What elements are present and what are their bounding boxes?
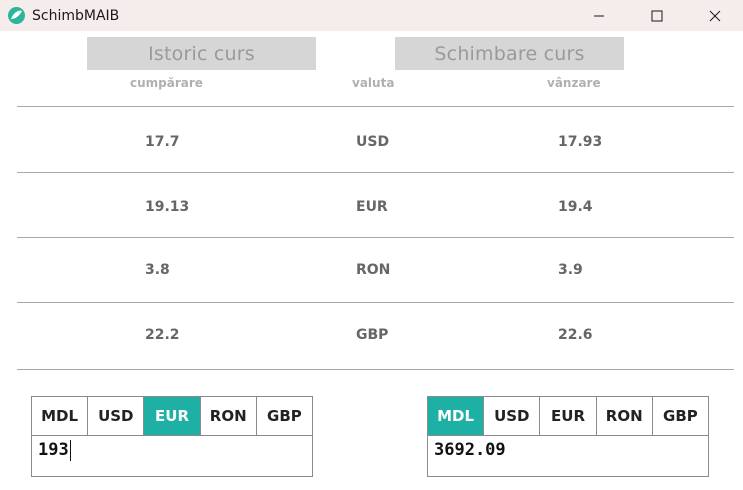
table-divider [17, 237, 734, 238]
rate-currency: GBP [356, 327, 389, 343]
to-tab-eur[interactable]: EUR [540, 397, 597, 435]
to-tab-usd[interactable]: USD [484, 397, 541, 435]
to-amount-field[interactable]: 3692.09 [428, 436, 708, 476]
rate-currency: RON [356, 262, 391, 278]
rate-buy: 22.2 [145, 327, 180, 343]
header-currency: valuta [352, 76, 395, 90]
table-divider [17, 369, 734, 370]
table-divider [17, 172, 734, 173]
from-amount-value: 193 [38, 440, 69, 460]
maximize-button[interactable] [634, 0, 680, 31]
rate-sell: 3.9 [558, 262, 583, 278]
minimize-button[interactable] [576, 0, 622, 31]
convert-from-panel: MDL USD EUR RON GBP 193 [31, 396, 313, 477]
to-tab-mdl[interactable]: MDL [428, 397, 485, 435]
text-caret [69, 440, 71, 461]
title-bar: SchimbMAIB [0, 0, 743, 31]
from-tab-ron[interactable]: RON [201, 397, 257, 435]
to-tab-ron[interactable]: RON [597, 397, 653, 435]
to-currency-tabs: MDL USD EUR RON GBP [428, 397, 708, 436]
rate-buy: 17.7 [145, 134, 180, 150]
rate-currency: USD [356, 134, 390, 150]
history-rates-button[interactable]: Istoric curs [87, 37, 316, 70]
from-currency-tabs: MDL USD EUR RON GBP [32, 397, 312, 436]
header-buy: cumpărare [130, 76, 203, 90]
from-tab-gbp[interactable]: GBP [257, 397, 312, 435]
to-tab-gbp[interactable]: GBP [653, 397, 708, 435]
to-amount-value: 3692.09 [434, 440, 506, 460]
maximize-icon [651, 10, 663, 21]
rate-sell: 17.93 [558, 134, 603, 150]
from-amount-field[interactable]: 193 [32, 436, 312, 476]
table-divider [17, 302, 734, 303]
window-title: SchimbMAIB [32, 8, 120, 24]
close-button[interactable] [692, 0, 738, 31]
header-sell: vânzare [547, 76, 601, 90]
from-tab-mdl[interactable]: MDL [32, 397, 89, 435]
rate-buy: 3.8 [145, 262, 170, 278]
rate-sell: 19.4 [558, 199, 593, 215]
convert-to-panel: MDL USD EUR RON GBP 3692.09 [427, 396, 709, 477]
rate-buy: 19.13 [145, 199, 190, 215]
app-leaf-icon [8, 7, 25, 24]
exchange-rates-button[interactable]: Schimbare curs [395, 37, 624, 70]
table-divider [17, 106, 734, 107]
from-tab-eur[interactable]: EUR [144, 397, 201, 435]
from-tab-usd[interactable]: USD [88, 397, 145, 435]
minimize-icon [594, 15, 604, 16]
rate-sell: 22.6 [558, 327, 593, 343]
rate-currency: EUR [356, 199, 388, 215]
close-icon [709, 10, 721, 21]
